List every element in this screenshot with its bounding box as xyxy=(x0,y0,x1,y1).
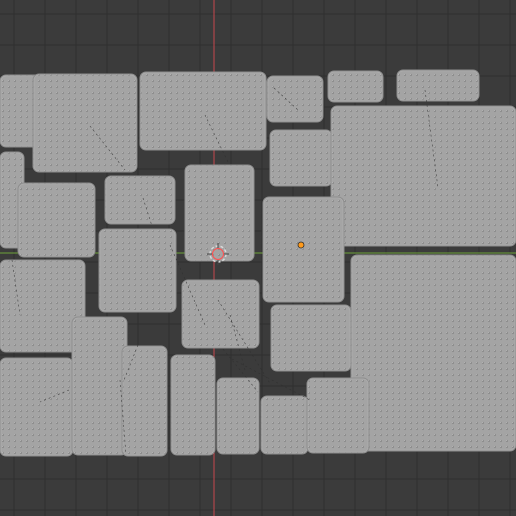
lego-plate[interactable] xyxy=(0,357,74,457)
lego-plate[interactable] xyxy=(32,73,138,173)
3d-viewport[interactable] xyxy=(0,0,516,516)
lego-plate[interactable] xyxy=(139,71,267,151)
lego-plate[interactable] xyxy=(270,304,352,372)
lego-plate[interactable] xyxy=(17,182,96,258)
plate-group[interactable] xyxy=(0,69,516,457)
origin-icon[interactable] xyxy=(297,241,305,249)
lego-plate[interactable] xyxy=(269,129,333,187)
lego-plate[interactable] xyxy=(266,75,324,123)
scene-canvas[interactable] xyxy=(0,0,516,516)
lego-plate[interactable] xyxy=(121,345,168,457)
lego-plate[interactable] xyxy=(330,105,516,247)
lego-plate[interactable] xyxy=(260,395,309,455)
lego-plate[interactable] xyxy=(170,354,216,456)
lego-plate[interactable] xyxy=(327,70,384,103)
lego-plate[interactable] xyxy=(98,228,177,313)
lego-plate[interactable] xyxy=(306,377,370,454)
lego-plate[interactable] xyxy=(71,316,128,456)
lego-plate[interactable] xyxy=(104,175,176,225)
lego-plate[interactable] xyxy=(216,377,260,455)
lego-plate[interactable] xyxy=(396,69,480,102)
lego-plate[interactable] xyxy=(262,196,345,303)
lego-plate[interactable] xyxy=(350,254,516,452)
lego-plate[interactable] xyxy=(181,279,260,349)
lego-plate[interactable] xyxy=(184,164,255,262)
